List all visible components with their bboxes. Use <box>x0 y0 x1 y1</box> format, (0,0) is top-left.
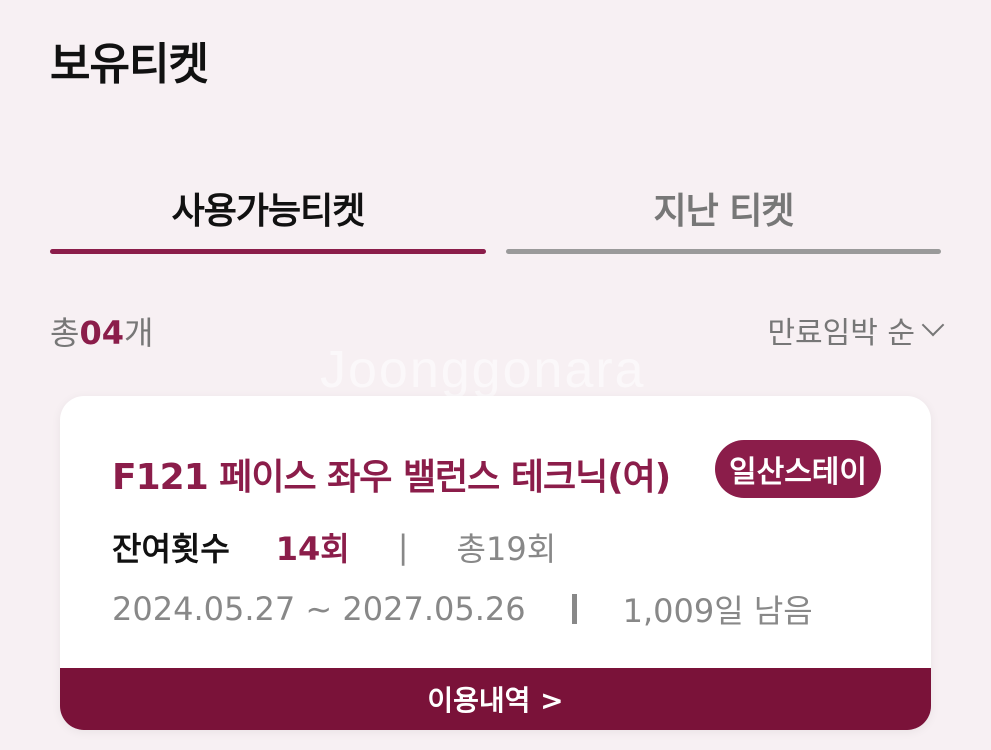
count-number: 04 <box>79 314 124 352</box>
location-badge: 일산스테이 <box>715 440 881 498</box>
usage-history-button[interactable]: 이용내역 > <box>60 668 931 730</box>
remaining-count-row: 잔여횟수 14회 | 총19회 <box>112 524 556 570</box>
ticket-tabs: 사용가능티켓 지난 티켓 <box>50 170 941 260</box>
ticket-card: F121 페이스 좌우 밸런스 테크닉(여) 일산스테이 잔여횟수 14회 | … <box>60 396 931 730</box>
remaining-label: 잔여횟수 <box>112 530 230 568</box>
count-suffix: 개 <box>123 314 154 352</box>
ticket-count: 총04개 <box>50 308 153 354</box>
divider: | <box>397 528 409 566</box>
remaining-value: 14회 <box>275 530 350 568</box>
divider <box>571 594 577 624</box>
validity-row: 2024.05.27 ~ 2027.05.26 1,009일 남음 <box>112 586 813 632</box>
tab-past-tickets[interactable]: 지난 티켓 <box>506 170 941 254</box>
count-prefix: 총 <box>50 314 80 352</box>
watermark: Joonggonara <box>320 341 646 399</box>
tab-inactive-indicator <box>506 249 941 254</box>
sort-dropdown[interactable]: 만료임박 순 <box>767 308 945 352</box>
tab-available-tickets[interactable]: 사용가능티켓 <box>50 170 486 254</box>
date-range: 2024.05.27 ~ 2027.05.26 <box>112 590 526 628</box>
sort-label: 만료임박 순 <box>767 316 915 351</box>
tab-label: 사용가능티켓 <box>171 191 366 232</box>
page-title: 보유티켓 <box>50 39 209 90</box>
chevron-down-icon <box>921 313 945 337</box>
total-count: 총19회 <box>456 530 557 568</box>
tab-label: 지난 티켓 <box>653 191 794 232</box>
days-left: 1,009일 남음 <box>622 592 813 630</box>
ticket-title: F121 페이스 좌우 밸런스 테크닉(여) <box>112 457 671 498</box>
tab-active-indicator <box>50 249 486 254</box>
